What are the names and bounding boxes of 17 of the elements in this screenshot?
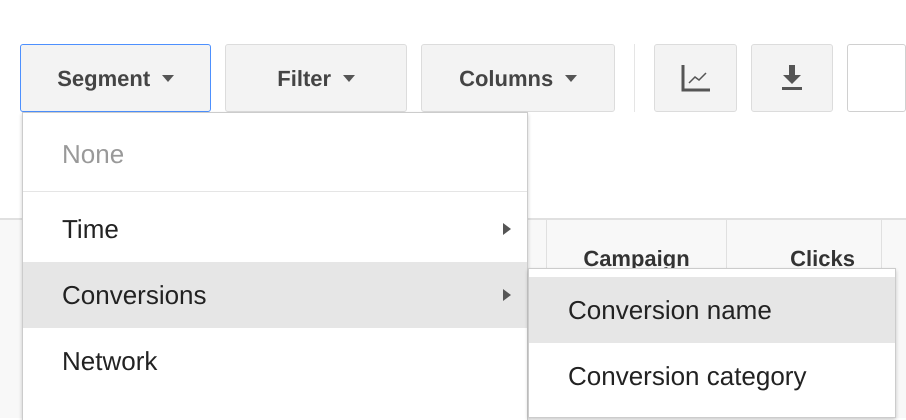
menu-item[interactable]: Conversion name [529,277,895,343]
submenu-arrow-icon [503,223,511,235]
chart-icon [680,64,711,92]
download-icon [781,65,804,91]
menu-item[interactable]: Time [23,196,527,262]
dropdown-button[interactable]: Filter [225,44,408,112]
caret-icon [343,74,356,82]
download-button[interactable] [751,44,834,112]
dropdown-button[interactable]: Segment [20,44,212,112]
menu-item[interactable]: Conversions [23,262,527,328]
menu-item[interactable]: Network [23,328,527,394]
text-field[interactable] [847,44,906,112]
dropdown-button[interactable]: Columns [421,44,616,112]
caret-icon [162,74,174,82]
submenu-arrow-icon [503,289,511,301]
chart-button[interactable] [654,44,738,112]
caret-icon [565,74,578,82]
